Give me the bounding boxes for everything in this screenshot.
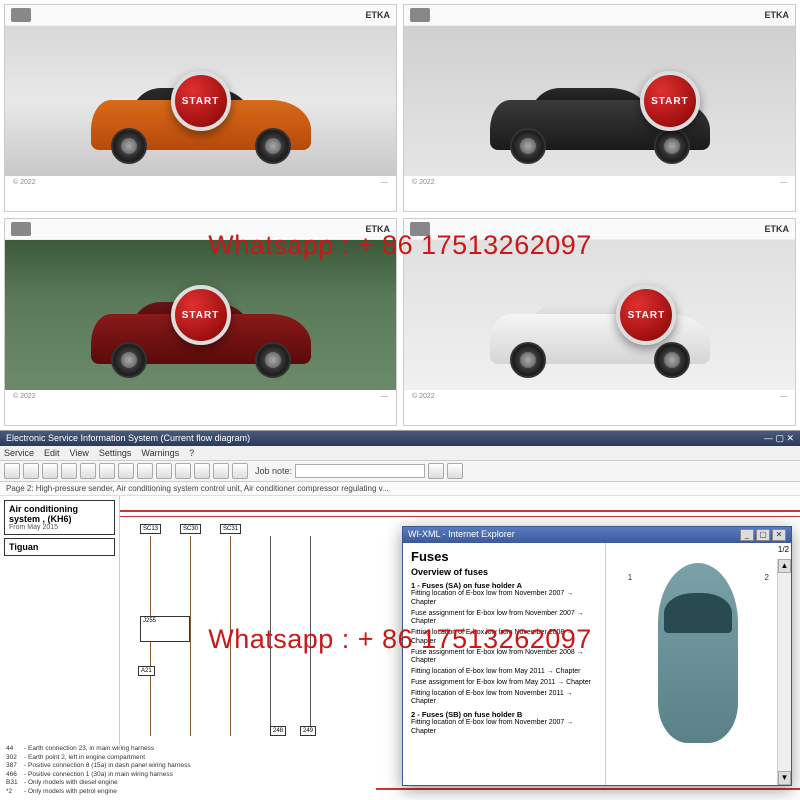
maximize-icon[interactable]: ▢ [756,529,770,541]
minimize-icon[interactable]: _ [740,529,754,541]
job-note-label: Job note: [255,466,292,476]
close-icon[interactable]: ✕ [772,529,786,541]
toolbar-icon[interactable] [156,463,172,479]
catalog-panel-1: ETKA START © 2022— [4,4,397,212]
node: A21 [138,666,155,676]
popup-diagram: 1/2 1 2 ▲ ▼ [605,543,791,785]
toolbar-icon[interactable] [61,463,77,479]
node: 249 [300,726,316,736]
toolbar-icon[interactable] [175,463,191,479]
model-name: Tiguan [4,538,115,556]
start-button[interactable]: START [171,71,231,131]
toolbar-icon[interactable] [232,463,248,479]
page-number: 1/2 [778,545,789,554]
car-scene: START [5,240,396,390]
callout-2: 2 [765,573,769,582]
car-scene: START [404,26,795,176]
car-scene: START [5,26,396,176]
app-toolbar: Job note: [0,461,800,482]
node: 248 [270,726,286,736]
app-title: Electronic Service Information System (C… [6,433,250,444]
service-info-window: Electronic Service Information System (C… [0,430,800,800]
popup-titlebar[interactable]: WI-XML - Internet Explorer _ ▢ ✕ [403,527,791,543]
callout-1: 1 [628,573,632,582]
etka-label: ETKA [366,10,391,20]
car-top-view [658,563,738,743]
system-sub: From May 2015 [9,524,110,531]
watermark-text: Whatsapp : + 86 17513262097 [208,624,592,655]
toolbar-icon[interactable] [428,463,444,479]
toolbar-icon[interactable] [99,463,115,479]
menu-settings[interactable]: Settings [99,448,132,458]
popup-title: WI-XML - Internet Explorer [408,529,515,541]
toolbar-icon[interactable] [118,463,134,479]
car-illustration [470,292,730,382]
start-button[interactable]: START [171,285,231,345]
car-scene: START [404,240,795,390]
job-note-input[interactable] [295,464,425,478]
etka-label: ETKA [765,10,790,20]
node: J255 [140,616,190,642]
menu-service[interactable]: Service [4,448,34,458]
brand-logo [410,8,430,22]
breadcrumb: Page 2: High-pressure sender, Air condit… [0,482,800,496]
toolbar-icon[interactable] [42,463,58,479]
toolbar-icon[interactable] [80,463,96,479]
section-1: 1 - Fuses (SA) on fuse holder A [411,581,597,590]
scroll-down-icon[interactable]: ▼ [778,771,791,785]
etka-label: ETKA [765,224,790,234]
toolbar-icon[interactable] [213,463,229,479]
toolbar-icon[interactable] [4,463,20,479]
toolbar-icon[interactable] [137,463,153,479]
brand-logo [11,222,31,236]
menu-warnings[interactable]: Warnings [141,448,179,458]
window-controls[interactable]: — ▢ ✕ [764,433,794,444]
node: SC30 [180,524,201,534]
start-button[interactable]: START [616,285,676,345]
section-2: 2 - Fuses (SB) on fuse holder B [411,710,597,719]
menu-help[interactable]: ? [189,448,194,458]
node: SC31 [220,524,241,534]
catalog-grid: ETKA START © 2022— ETKA START © 2022— [0,0,800,430]
overview-heading: Overview of fuses [411,567,597,577]
system-title: Air conditioning system , (KH6) [9,504,110,524]
node: SC13 [140,524,161,534]
popup-text: Fuses Overview of fuses 1 - Fuses (SA) o… [403,543,605,785]
popup-window: WI-XML - Internet Explorer _ ▢ ✕ Fuses O… [402,526,792,786]
toolbar-icon[interactable] [23,463,39,479]
scroll-up-icon[interactable]: ▲ [778,559,791,573]
app-menubar: Service Edit View Settings Warnings ? [0,446,800,461]
fuses-heading: Fuses [411,549,597,564]
brand-logo [11,8,31,22]
menu-edit[interactable]: Edit [44,448,60,458]
scrollbar[interactable]: ▲ ▼ [777,559,791,785]
app-titlebar: Electronic Service Information System (C… [0,431,800,446]
catalog-panel-2: ETKA START © 2022— [403,4,796,212]
start-button[interactable]: START [640,71,700,131]
toolbar-icon[interactable] [447,463,463,479]
watermark-text: Whatsapp : + 86 17513262097 [208,230,592,261]
menu-view[interactable]: View [70,448,89,458]
toolbar-icon[interactable] [194,463,210,479]
legend: 44- Earth connection 23, in main wiring … [6,745,376,796]
